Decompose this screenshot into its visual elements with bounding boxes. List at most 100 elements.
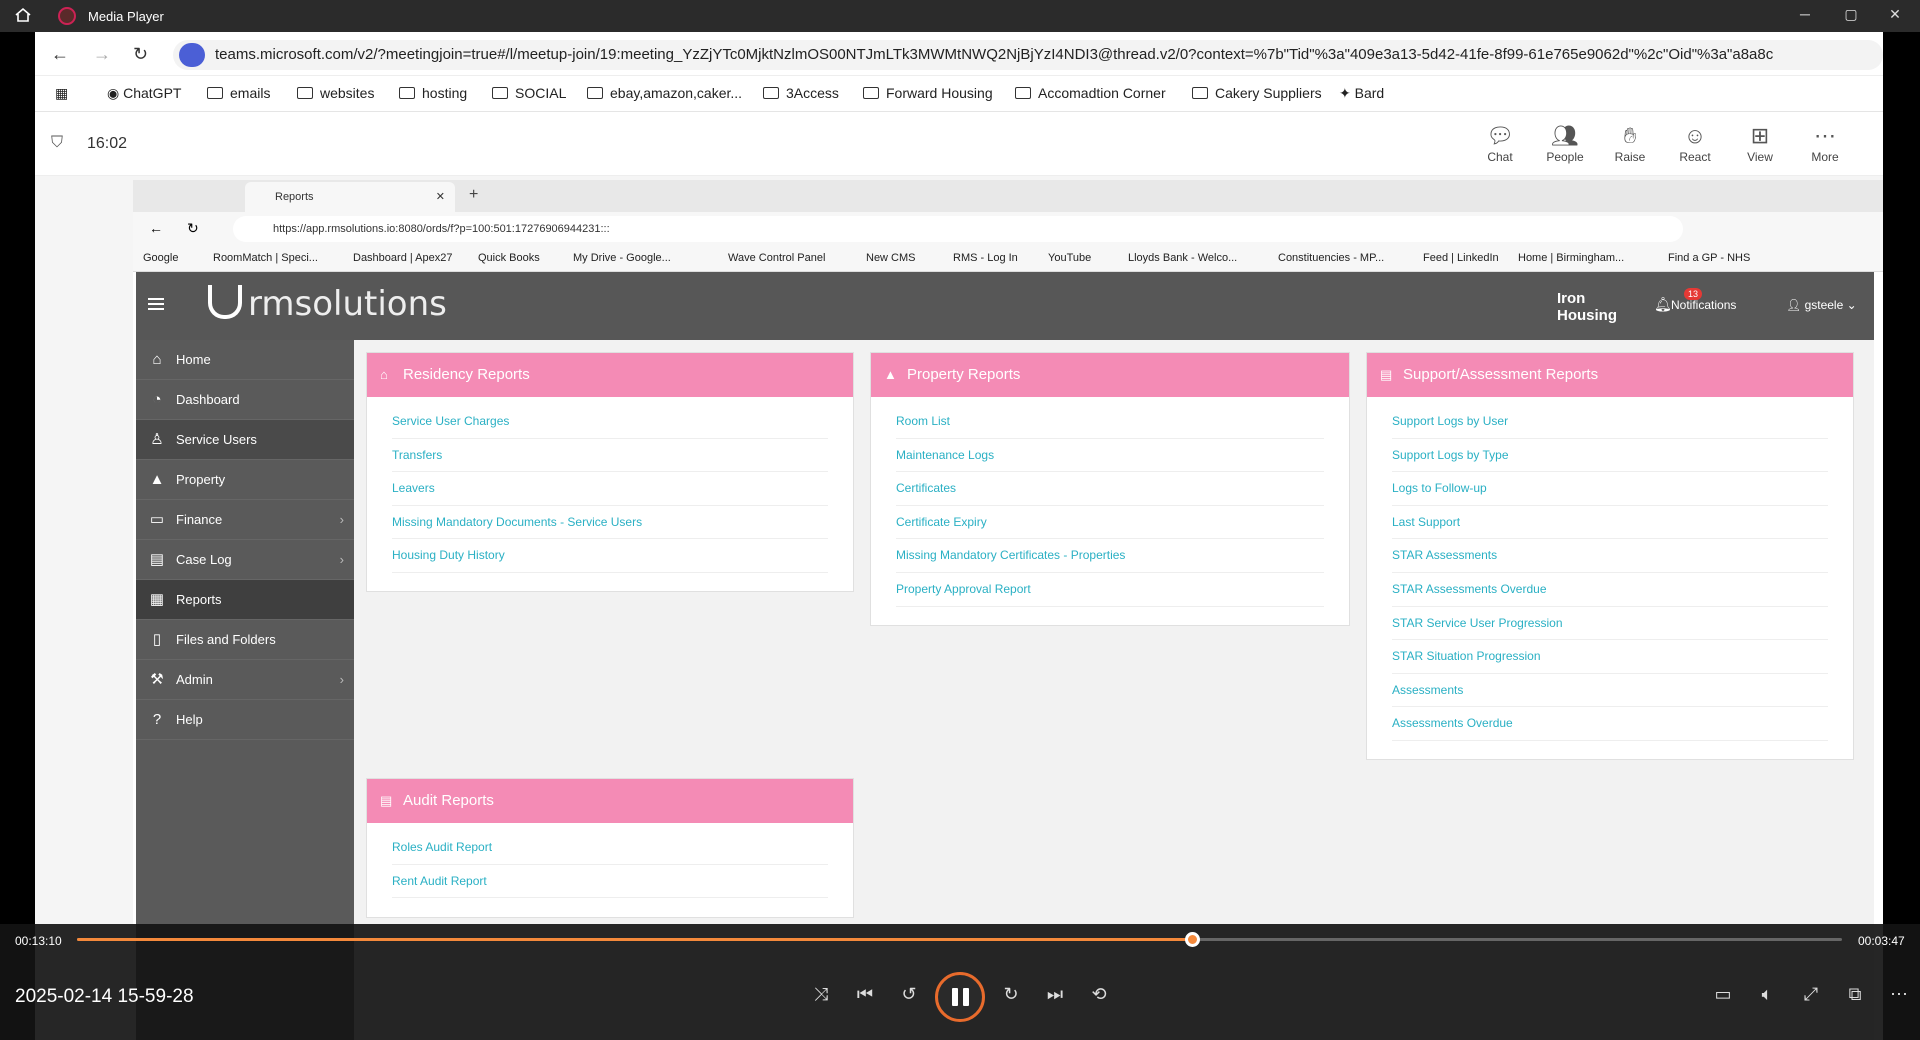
report-link[interactable]: Support Logs by User: [1392, 405, 1828, 439]
sidebar-item-dashboard[interactable]: ◔ Dashboard: [136, 380, 354, 420]
report-link[interactable]: Assessments Overdue: [1392, 707, 1828, 741]
shield-icon: ⛉: [51, 134, 64, 151]
report-link[interactable]: Logs to Follow-up: [1392, 472, 1828, 506]
sidebar-item-case-log[interactable]: ▤ Case Log ›: [136, 540, 354, 580]
bookmark-hosting[interactable]: hosting: [399, 85, 467, 101]
notifications-link[interactable]: Notifications: [1671, 298, 1736, 312]
report-link[interactable]: STAR Service User Progression: [1392, 607, 1828, 641]
bookmark-item[interactable]: YouTube: [1048, 252, 1091, 264]
sidebar-item-finance[interactable]: ▭ Finance ›: [136, 500, 354, 540]
report-link[interactable]: Leavers: [392, 472, 828, 506]
view-button[interactable]: ⊞ View: [1730, 122, 1790, 164]
bookmark-item[interactable]: Lloyds Bank - Welco...: [1128, 252, 1237, 264]
user-menu[interactable]: 👤︎ gsteele ⌄: [1786, 298, 1857, 312]
bookmark-item[interactable]: New CMS: [866, 252, 916, 264]
bookmark-cakery-suppliers[interactable]: Cakery Suppliers: [1192, 85, 1322, 101]
people-button[interactable]: 👥︎ People: [1535, 122, 1595, 164]
report-link[interactable]: Support Logs by Type: [1392, 439, 1828, 473]
report-link[interactable]: Missing Mandatory Documents - Service Us…: [392, 506, 828, 540]
close-button[interactable]: ✕: [1880, 6, 1910, 23]
bookmark-item[interactable]: RMS - Log In: [953, 252, 1018, 264]
bookmark-item[interactable]: My Drive - Google...: [573, 252, 671, 264]
url-field[interactable]: teams.microsoft.com/v2/?meetingjoin=true…: [173, 40, 1883, 70]
report-link[interactable]: STAR Assessments: [1392, 539, 1828, 573]
bookmark-chatgpt[interactable]: ◉ ChatGPT: [107, 85, 181, 102]
sidebar-item-files[interactable]: ▯ Files and Folders: [136, 620, 354, 660]
close-tab-icon[interactable]: ✕: [436, 182, 445, 212]
back-icon[interactable]: ←: [51, 44, 69, 65]
bookmark-item[interactable]: Dashboard | Apex27: [353, 252, 452, 264]
volume-icon[interactable]: 🔈︎: [1752, 984, 1782, 1005]
sidebar-item-help[interactable]: ? Help: [136, 700, 354, 740]
bookmark-item[interactable]: Constituencies - MP...: [1278, 252, 1384, 264]
apps-grid-icon[interactable]: ▦: [55, 85, 68, 102]
forward-icon[interactable]: →: [93, 44, 111, 65]
bookmark-websites[interactable]: websites: [297, 85, 374, 101]
bookmark-item[interactable]: Feed | LinkedIn: [1423, 252, 1499, 264]
pause-button[interactable]: [935, 972, 985, 1022]
bookmark-item[interactable]: Quick Books: [478, 252, 540, 264]
more-button[interactable]: ⋯ More: [1795, 122, 1855, 164]
repeat-off-icon[interactable]: ⟲: [1084, 984, 1114, 1005]
report-link[interactable]: Roles Audit Report: [392, 831, 828, 865]
react-button[interactable]: ☺ React: [1665, 122, 1725, 164]
forward-30-icon[interactable]: ↻: [996, 984, 1026, 1005]
report-link[interactable]: Assessments: [1392, 674, 1828, 708]
bell-icon[interactable]: 🔔︎: [1654, 296, 1672, 313]
audit-icon: ▤: [380, 793, 393, 808]
sidebar-item-home[interactable]: ⌂ Home: [136, 340, 354, 380]
shared-url-field[interactable]: https://app.rmsolutions.io:8080/ords/f?p…: [233, 216, 1683, 242]
report-link[interactable]: Maintenance Logs: [896, 439, 1324, 473]
bookmark-bard[interactable]: ✦ Bard: [1339, 85, 1384, 102]
menu-icon[interactable]: [148, 298, 164, 310]
report-link[interactable]: STAR Situation Progression: [1392, 640, 1828, 674]
next-icon[interactable]: ⏭︎: [1040, 984, 1070, 1005]
bookmark-emails[interactable]: emails: [207, 85, 270, 101]
new-tab-icon[interactable]: +: [469, 186, 478, 204]
bookmark-item[interactable]: Find a GP - NHS: [1668, 252, 1750, 264]
bookmark-item[interactable]: Wave Control Panel: [728, 252, 825, 264]
bookmark-accomadtion-corner[interactable]: Accomadtion Corner: [1015, 85, 1166, 101]
bookmark-item[interactable]: Home | Birmingham...: [1518, 252, 1624, 264]
previous-icon[interactable]: ⏮︎: [850, 984, 880, 1005]
bookmark-3access[interactable]: 3Access: [763, 85, 839, 101]
sidebar-item-property[interactable]: ▲ Property: [136, 460, 354, 500]
report-link[interactable]: Housing Duty History: [392, 539, 828, 573]
report-link[interactable]: Certificates: [896, 472, 1324, 506]
more-options-icon[interactable]: ⋯: [1884, 984, 1914, 1005]
report-link[interactable]: Room List: [896, 405, 1324, 439]
minimize-button[interactable]: ─: [1790, 6, 1820, 22]
seek-bar[interactable]: [77, 932, 1842, 947]
shuffle-icon[interactable]: ⤨: [806, 984, 836, 1005]
bookmark-ebay[interactable]: ebay,amazon,caker...: [587, 85, 742, 101]
report-link[interactable]: Certificate Expiry: [896, 506, 1324, 540]
miniplayer-icon[interactable]: ⧉: [1840, 984, 1870, 1005]
report-link[interactable]: STAR Assessments Overdue: [1392, 573, 1828, 607]
sidebar-item-service-users[interactable]: ♙ Service Users: [136, 420, 354, 460]
captions-icon[interactable]: ▭: [1708, 984, 1738, 1005]
rmsolutions-logo[interactable]: rmsolutions: [208, 284, 447, 324]
tab-reports[interactable]: Reports ✕: [245, 182, 455, 212]
maximize-button[interactable]: ▢: [1836, 6, 1866, 23]
bookmark-forward-housing[interactable]: Forward Housing: [863, 85, 993, 101]
rewind-10-icon[interactable]: ↺: [894, 984, 924, 1005]
reload-icon[interactable]: ↻: [133, 44, 148, 65]
video-frame[interactable]: ← → ↻ teams.microsoft.com/v2/?meetingjoi…: [35, 32, 1883, 1040]
report-link[interactable]: Property Approval Report: [896, 573, 1324, 607]
report-link[interactable]: Rent Audit Report: [392, 865, 828, 899]
sidebar-item-reports[interactable]: ▦ Reports: [136, 580, 354, 620]
home-icon[interactable]: [14, 6, 32, 24]
raise-hand-button[interactable]: ✋︎ Raise: [1600, 122, 1660, 164]
reload-icon[interactable]: ↻: [187, 220, 199, 237]
bookmark-social[interactable]: SOCIAL: [492, 85, 566, 101]
report-link[interactable]: Last Support: [1392, 506, 1828, 540]
report-link[interactable]: Service User Charges: [392, 405, 828, 439]
back-icon[interactable]: ←: [149, 220, 163, 236]
bookmark-item[interactable]: RoomMatch | Speci...: [213, 252, 318, 264]
bookmark-item[interactable]: Google: [143, 252, 178, 264]
report-link[interactable]: Missing Mandatory Certificates - Propert…: [896, 539, 1324, 573]
sidebar-item-admin[interactable]: ⚒ Admin ›: [136, 660, 354, 700]
fullscreen-icon[interactable]: ⤢: [1796, 984, 1826, 1005]
report-link[interactable]: Transfers: [392, 439, 828, 473]
chat-button[interactable]: 💬︎ Chat: [1470, 122, 1530, 164]
